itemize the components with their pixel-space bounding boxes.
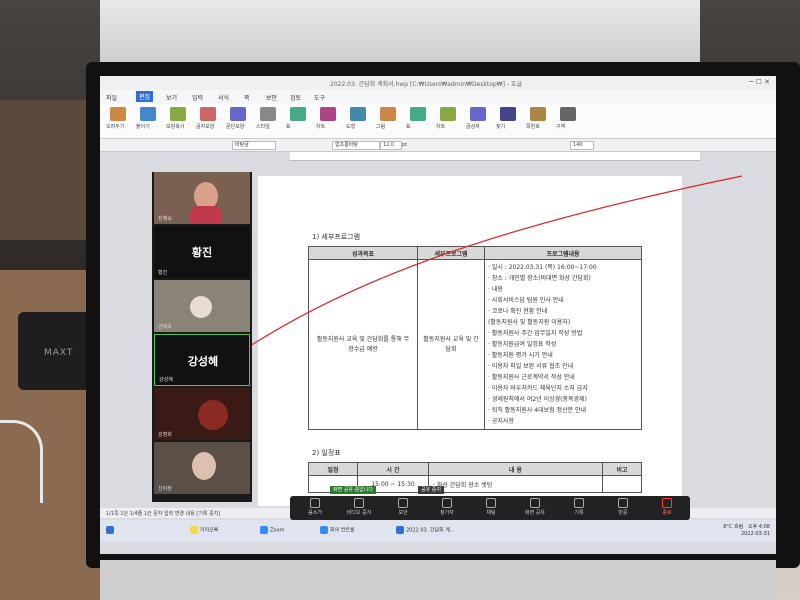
participant-name: 신미정 (158, 486, 172, 492)
zoom-button-icon (618, 498, 628, 508)
participant-body (190, 206, 222, 224)
taskbar-item-zoom[interactable]: Zoom (260, 526, 284, 534)
zoom-button-icon (530, 498, 540, 508)
zoom-control-bar: 음소거 비디오 중지 보안 참가자 채팅 화면 공유 기록 반응 종료 (290, 496, 690, 520)
participant-tile[interactable]: 신미정 (154, 442, 250, 494)
zoom-button-icon (398, 498, 408, 508)
participant-display-name: 황진 (191, 246, 213, 259)
zoom-button-label: 기록 (574, 510, 584, 516)
stop-share-button[interactable]: 공유 중지 (418, 486, 444, 494)
participant-tile[interactable]: 안대숙 (154, 280, 250, 332)
participant-name: 진혜숙 (158, 216, 172, 222)
cable (0, 420, 43, 503)
participant-name: 김영희 (158, 432, 172, 438)
zoom-button-icon (662, 498, 672, 508)
zoom-button[interactable]: 보안 (384, 498, 422, 516)
taskbar-item-hwp[interactable]: 2022.03. 간담회 계... (396, 526, 455, 534)
participant-display-name: 강성혜 (187, 355, 219, 368)
device-label: MAXT (44, 348, 74, 358)
status-text: 1/1쪽 1단 1/4줄 1칸 문자 입력 변경 내용 [기록 중지] (106, 511, 221, 517)
start-icon[interactable] (106, 526, 116, 534)
taskbar-item-meeting-controls[interactable]: 회의 컨트롤 (320, 526, 355, 534)
zoom-button-label: 보안 (398, 510, 408, 516)
participant-name: 강성혜 (159, 377, 173, 383)
participant-video (190, 296, 212, 318)
participant-tile[interactable]: 진혜숙 (154, 172, 250, 224)
zoom-button-icon (354, 498, 364, 508)
screen-share-indicator: 화면 공유 중입니다 (330, 486, 376, 494)
zoom-button[interactable]: 종료 (648, 498, 686, 516)
zoom-button-label: 채팅 (486, 510, 496, 516)
zoom-button[interactable]: 반응 (604, 498, 642, 516)
participant-tile[interactable]: 황진 황진 (154, 226, 250, 278)
participant-video (192, 452, 216, 480)
clock-time: 오후 4:08 (747, 524, 770, 530)
zoom-button-label: 비디오 중지 (346, 510, 372, 516)
zoom-button-label: 화면 공유 (525, 510, 545, 516)
paper-backdrop (100, 0, 700, 62)
laptop-base (100, 560, 776, 600)
participant-tile-active[interactable]: 강성혜 강성혜 (154, 334, 250, 386)
zoom-button-label: 참가자 (440, 510, 454, 516)
zoom-button-label: 음소거 (308, 510, 322, 516)
screen: 2022.03. 간담회 계획서.hwp [C:₩Users₩admin₩Des… (100, 76, 776, 554)
system-tray: 8°C 흐림 오후 4:08 2022-03-31 (723, 524, 770, 538)
participant-name: 안대숙 (158, 324, 172, 330)
clock-date: 2022-03-31 (740, 531, 770, 537)
zoom-button[interactable]: 기록 (560, 498, 598, 516)
zoom-button-icon (310, 498, 320, 508)
zoom-button[interactable]: 참가자 (428, 498, 466, 516)
weather-text: 8°C 흐림 (723, 524, 744, 530)
participant-name: 황진 (158, 270, 168, 276)
zoom-button-icon (442, 498, 452, 508)
participant-panel: 진혜숙 황진 황진 안대숙 강성혜 강성혜 김영희 신미정 (152, 172, 252, 502)
zoom-button[interactable]: 음소거 (296, 498, 334, 516)
zoom-button[interactable]: 비디오 중지 (340, 498, 378, 516)
participant-video (198, 400, 228, 430)
zoom-button-label: 종료 (662, 510, 672, 516)
zoom-button-label: 반응 (618, 510, 628, 516)
zoom-button[interactable]: 채팅 (472, 498, 510, 516)
zoom-button-icon (486, 498, 496, 508)
zoom-button-icon (574, 498, 584, 508)
participant-tile[interactable]: 김영희 (154, 388, 250, 440)
taskbar: 카카오톡 Zoom 회의 컨트롤 2022.03. 간담회 계... 8°C 흐… (100, 520, 776, 542)
zoom-button[interactable]: 화면 공유 (516, 498, 554, 516)
taskbar-item-kakaotalk[interactable]: 카카오톡 (190, 526, 218, 534)
shelf (0, 100, 100, 240)
